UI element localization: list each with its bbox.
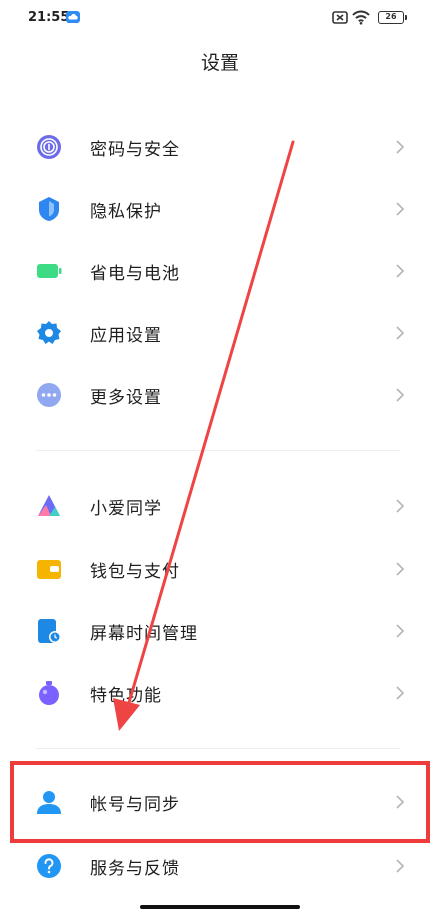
settings-item-label: 隐私保护 [90, 202, 162, 222]
cloud-notification-icon [66, 11, 80, 23]
annotation-highlight-box [10, 761, 430, 843]
wallet-icon [37, 560, 61, 579]
settings-item-label: 小爱同学 [90, 499, 162, 519]
no-sim-icon [332, 11, 348, 24]
settings-item-label: 服务与反馈 [90, 859, 180, 879]
chevron-right-icon [396, 140, 405, 154]
privacy-shield-icon [39, 197, 59, 221]
chevron-right-icon [396, 388, 405, 402]
settings-item-features[interactable]: 特色功能 [0, 662, 440, 724]
status-time: 21:55 [28, 10, 70, 25]
help-icon [37, 854, 61, 878]
settings-item-password-security[interactable]: 密码与安全 [0, 116, 440, 178]
settings-item-privacy[interactable]: 隐私保护 [0, 178, 440, 240]
battery-indicator: 26 [378, 11, 407, 24]
settings-item-battery[interactable]: 省电与电池 [0, 240, 440, 302]
fingerprint-icon [37, 135, 61, 159]
battery-icon [37, 264, 62, 278]
settings-item-screen-time[interactable]: 屏幕时间管理 [0, 600, 440, 662]
chevron-right-icon [396, 859, 405, 873]
settings-item-label: 省电与电池 [90, 264, 180, 284]
chevron-right-icon [396, 562, 405, 576]
home-indicator[interactable] [140, 905, 300, 909]
more-dots-icon [37, 383, 61, 407]
chevron-right-icon [396, 624, 405, 638]
battery-level: 26 [385, 12, 397, 21]
xiaoai-icon [38, 495, 60, 516]
settings-item-label: 应用设置 [90, 326, 162, 346]
chevron-right-icon [396, 686, 405, 700]
settings-item-xiaoai[interactable]: 小爱同学 [0, 475, 440, 537]
settings-item-more-settings[interactable]: 更多设置 [0, 364, 440, 426]
settings-item-label: 特色功能 [90, 686, 162, 706]
settings-item-label: 屏幕时间管理 [90, 624, 198, 644]
wifi-icon [352, 10, 370, 25]
settings-item-label: 钱包与支付 [90, 562, 180, 582]
chevron-right-icon [396, 326, 405, 340]
settings-item-wallet[interactable]: 钱包与支付 [0, 538, 440, 600]
settings-item-service-feedback[interactable]: 服务与反馈 [0, 835, 440, 897]
page-title: 设置 [200, 52, 239, 74]
gear-icon [37, 321, 61, 344]
settings-item-app-settings[interactable]: 应用设置 [0, 302, 440, 364]
chevron-right-icon [396, 499, 405, 513]
chevron-right-icon [396, 264, 405, 278]
section-divider [36, 450, 400, 451]
section-divider [36, 748, 400, 749]
settings-item-label: 密码与安全 [90, 140, 180, 160]
feature-icon [39, 681, 59, 705]
status-bar: 21:55 26 [0, 0, 440, 36]
chevron-right-icon [396, 202, 405, 216]
settings-item-label: 更多设置 [90, 388, 162, 408]
screen-time-icon [38, 619, 61, 643]
